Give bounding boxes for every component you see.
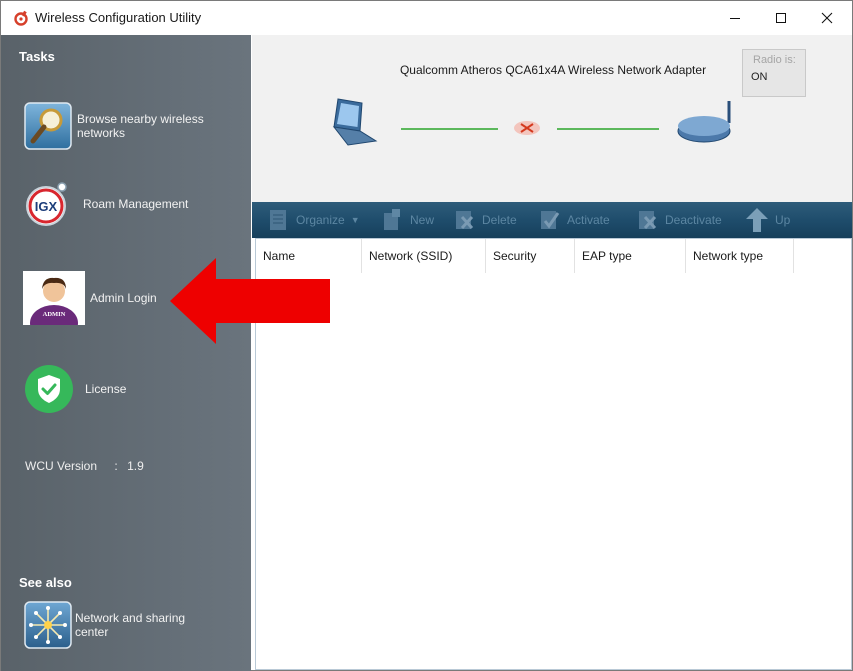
wcu-version: WCU Version : 1.9 xyxy=(25,459,150,473)
delete-button[interactable]: Delete xyxy=(452,207,517,233)
organize-label: Organize xyxy=(296,213,345,227)
column-header-network-type[interactable]: Network type xyxy=(686,239,794,273)
minimize-icon xyxy=(730,18,740,19)
version-separator: : xyxy=(114,459,118,473)
task-admin-label: Admin Login xyxy=(90,291,157,305)
column-header-eap-type[interactable]: EAP type xyxy=(575,239,686,273)
radio-status-button[interactable]: Radio is: ON xyxy=(742,49,806,97)
see-also-heading: See also xyxy=(19,575,72,590)
link-line-right xyxy=(557,128,659,130)
admin-avatar-icon: ADMIN xyxy=(23,271,85,341)
activate-label: Activate xyxy=(567,213,610,227)
maximize-icon xyxy=(776,13,786,23)
minimize-button[interactable] xyxy=(712,1,758,35)
adapter-status-banner: Qualcomm Atheros QCA61x4A Wireless Netwo… xyxy=(252,35,852,202)
task-roam-label: Roam Management xyxy=(83,197,189,211)
app-logo-icon xyxy=(13,10,29,26)
up-label: Up xyxy=(775,213,791,227)
new-button[interactable]: New xyxy=(380,207,434,233)
up-button[interactable]: Up xyxy=(745,207,790,233)
radio-status-value: ON xyxy=(751,71,768,83)
task-browse-networks[interactable]: Browse nearby wireless networks xyxy=(23,101,204,151)
app-window: Wireless Configuration Utility Tasks Bro… xyxy=(0,0,853,671)
title-bar: Wireless Configuration Utility xyxy=(1,1,852,35)
maximize-button[interactable] xyxy=(758,1,804,35)
activate-button[interactable]: Activate xyxy=(537,207,610,233)
admin-badge-text: ADMIN xyxy=(43,311,66,318)
task-network-label-1: Network and sharing xyxy=(75,611,186,625)
deactivate-label: Deactivate xyxy=(665,213,722,227)
tasks-heading: Tasks xyxy=(19,49,55,64)
column-header-ssid[interactable]: Network (SSID) xyxy=(362,239,486,273)
task-admin-login[interactable]: ADMIN Admin Login xyxy=(23,271,157,341)
activate-icon xyxy=(537,208,561,232)
igx-logo-icon: IGX xyxy=(23,181,69,227)
version-label: WCU Version xyxy=(25,459,98,473)
task-license[interactable]: License xyxy=(23,363,126,415)
link-line-left xyxy=(401,128,498,130)
connection-broken-icon xyxy=(512,119,542,140)
toolbar: Organize ▼ New Delete Activate Deactivat… xyxy=(252,202,852,238)
arrow-up-icon xyxy=(745,208,769,232)
igx-text: IGX xyxy=(35,199,58,214)
delete-icon xyxy=(452,208,476,232)
task-browse-label-2: networks xyxy=(77,126,126,140)
task-network-label-2: center xyxy=(75,625,109,639)
annotation-arrow-icon xyxy=(170,258,330,344)
window-title: Wireless Configuration Utility xyxy=(35,10,202,25)
laptop-icon xyxy=(324,95,384,154)
router-icon xyxy=(674,97,738,150)
column-header-security[interactable]: Security xyxy=(486,239,575,273)
network-hub-icon xyxy=(23,600,73,650)
deactivate-button[interactable]: Deactivate xyxy=(635,207,722,233)
version-value: 1.9 xyxy=(127,459,144,473)
organize-icon xyxy=(266,208,290,232)
organize-button[interactable]: Organize ▼ xyxy=(266,207,360,233)
deactivate-icon xyxy=(635,208,659,232)
task-license-label: License xyxy=(85,382,127,396)
task-sidebar: Tasks Browse nearby wireless networks IG… xyxy=(1,35,251,671)
new-label: New xyxy=(410,213,435,227)
new-icon xyxy=(380,208,404,232)
shield-check-icon xyxy=(23,363,75,415)
close-button[interactable] xyxy=(804,1,850,35)
task-network-sharing-center[interactable]: Network and sharing center xyxy=(23,600,185,650)
delete-label: Delete xyxy=(482,213,517,227)
close-icon xyxy=(821,12,833,24)
task-browse-label-1: Browse nearby wireless xyxy=(77,112,204,126)
magnifier-icon xyxy=(23,101,73,151)
task-roam-management[interactable]: IGX Roam Management xyxy=(23,181,188,227)
network-profile-list[interactable]: Name Network (SSID) Security EAP type Ne… xyxy=(255,238,852,670)
chevron-down-icon: ▼ xyxy=(350,215,360,225)
radio-status-label: Radio is: xyxy=(753,54,796,66)
